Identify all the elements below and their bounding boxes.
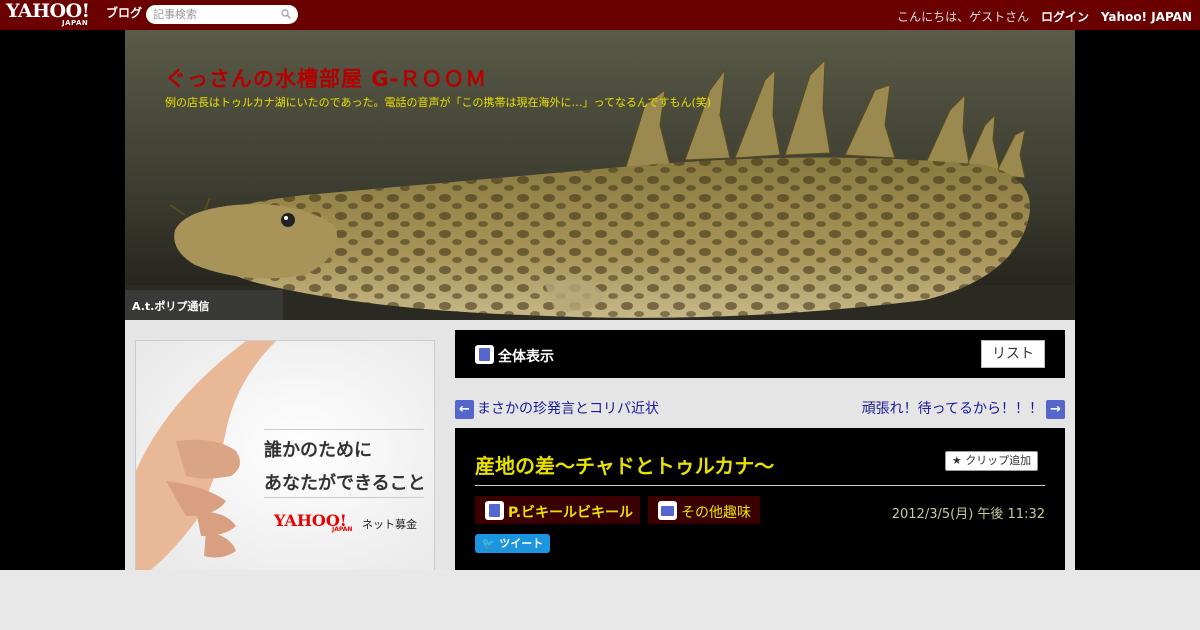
ad-headline-1: 誰かのために [264, 440, 372, 461]
user-menu: こんにちは、ゲストさん ログイン Yahoo! JAPAN [897, 8, 1192, 25]
previous-article-link[interactable]: ← まさかの珍発言とコリパ近状 [455, 398, 659, 419]
next-article-title: 頑張れ！待ってるから！！！ [861, 401, 1043, 417]
yahoo-blog-logo[interactable]: YAHOO! JAPAN ブログ [6, 0, 142, 28]
search-icon[interactable] [281, 9, 291, 19]
ad-divider [264, 497, 424, 498]
clip-add-button[interactable]: ★ クリップ追加 [945, 451, 1038, 471]
arrow-left-icon: ← [455, 399, 474, 419]
search-input[interactable] [153, 7, 273, 22]
article-title[interactable]: 産地の差～チャドとトゥルカナ～ [475, 450, 774, 479]
clip-add-label: クリップ追加 [965, 454, 1032, 467]
tweet-button[interactable]: 🐦 ツイート [475, 534, 550, 553]
tweet-label: ツイート [499, 537, 544, 550]
header-tab[interactable]: A.t.ポリプ通信 [125, 290, 283, 320]
donation-advertisement[interactable]: 誰かのために あなたができること YAHOO! JAPAN ネット募金 [135, 340, 435, 580]
ad-divider [264, 429, 424, 430]
page-bottom-band [0, 570, 1200, 630]
arrow-right-icon: → [1046, 399, 1065, 419]
greeting-text: こんにちは、ゲストさん [897, 10, 1030, 24]
article: 産地の差～チャドとトゥルカナ～ ★ クリップ追加 P.ビキールビキール その他趣… [455, 428, 1065, 578]
main-content: 誰かのために あなたができること YAHOO! JAPAN ネット募金 全体表示… [125, 320, 1075, 580]
folder-tag[interactable]: その他趣味 [648, 496, 760, 524]
blog-logo-text: ブログ [106, 6, 143, 20]
star-icon: ★ [951, 454, 962, 467]
category-tag[interactable]: P.ビキールビキール [475, 496, 640, 524]
blog-title[interactable]: ぐっさんの水槽部屋 G-ＲＯＯＭ [165, 63, 487, 93]
twitter-bird-icon: 🐦 [481, 537, 496, 550]
title-divider [475, 485, 1045, 486]
japan-logo-text: JAPAN [62, 19, 89, 27]
view-panel-header: 全体表示 リスト [455, 330, 1065, 378]
folder-icon [658, 501, 677, 520]
left-background [0, 30, 125, 570]
login-link[interactable]: ログイン [1041, 8, 1089, 25]
blog-description: 例の店長はトゥルカナ湖にいたのであった。電話の音声が「この携帯は現在海外に…」っ… [165, 96, 712, 109]
blog-header: ぐっさんの水槽部屋 G-ＲＯＯＭ 例の店長はトゥルカナ湖にいたのであった。電話の… [125, 30, 1075, 320]
yahoo-japan-link[interactable]: Yahoo! JAPAN [1101, 10, 1192, 24]
previous-article-title: まさかの珍発言とコリパ近状 [477, 401, 659, 417]
search-box [146, 5, 298, 24]
book-icon [475, 345, 494, 364]
right-background [1075, 30, 1200, 570]
category-label: P.ビキールビキール [508, 505, 634, 521]
view-all-label[interactable]: 全体表示 [498, 346, 554, 366]
yahoo-logo-text: YAHOO! [6, 0, 90, 22]
list-view-button[interactable]: リスト [981, 340, 1045, 368]
ad-service-name: ネット募金 [362, 518, 417, 531]
book-icon [485, 501, 504, 520]
folder-label: その他趣味 [681, 505, 751, 521]
article-date: 2012/3/5(月) 午後 11:32 [891, 507, 1045, 522]
top-navigation-bar: YAHOO! JAPAN ブログ こんにちは、ゲストさん ログイン Yahoo!… [0, 0, 1200, 30]
ad-japan-logo: JAPAN [332, 526, 353, 533]
ad-headline-2: あなたができること [264, 473, 426, 494]
next-article-link[interactable]: 頑張れ！待ってるから！！！ → [862, 398, 1065, 419]
